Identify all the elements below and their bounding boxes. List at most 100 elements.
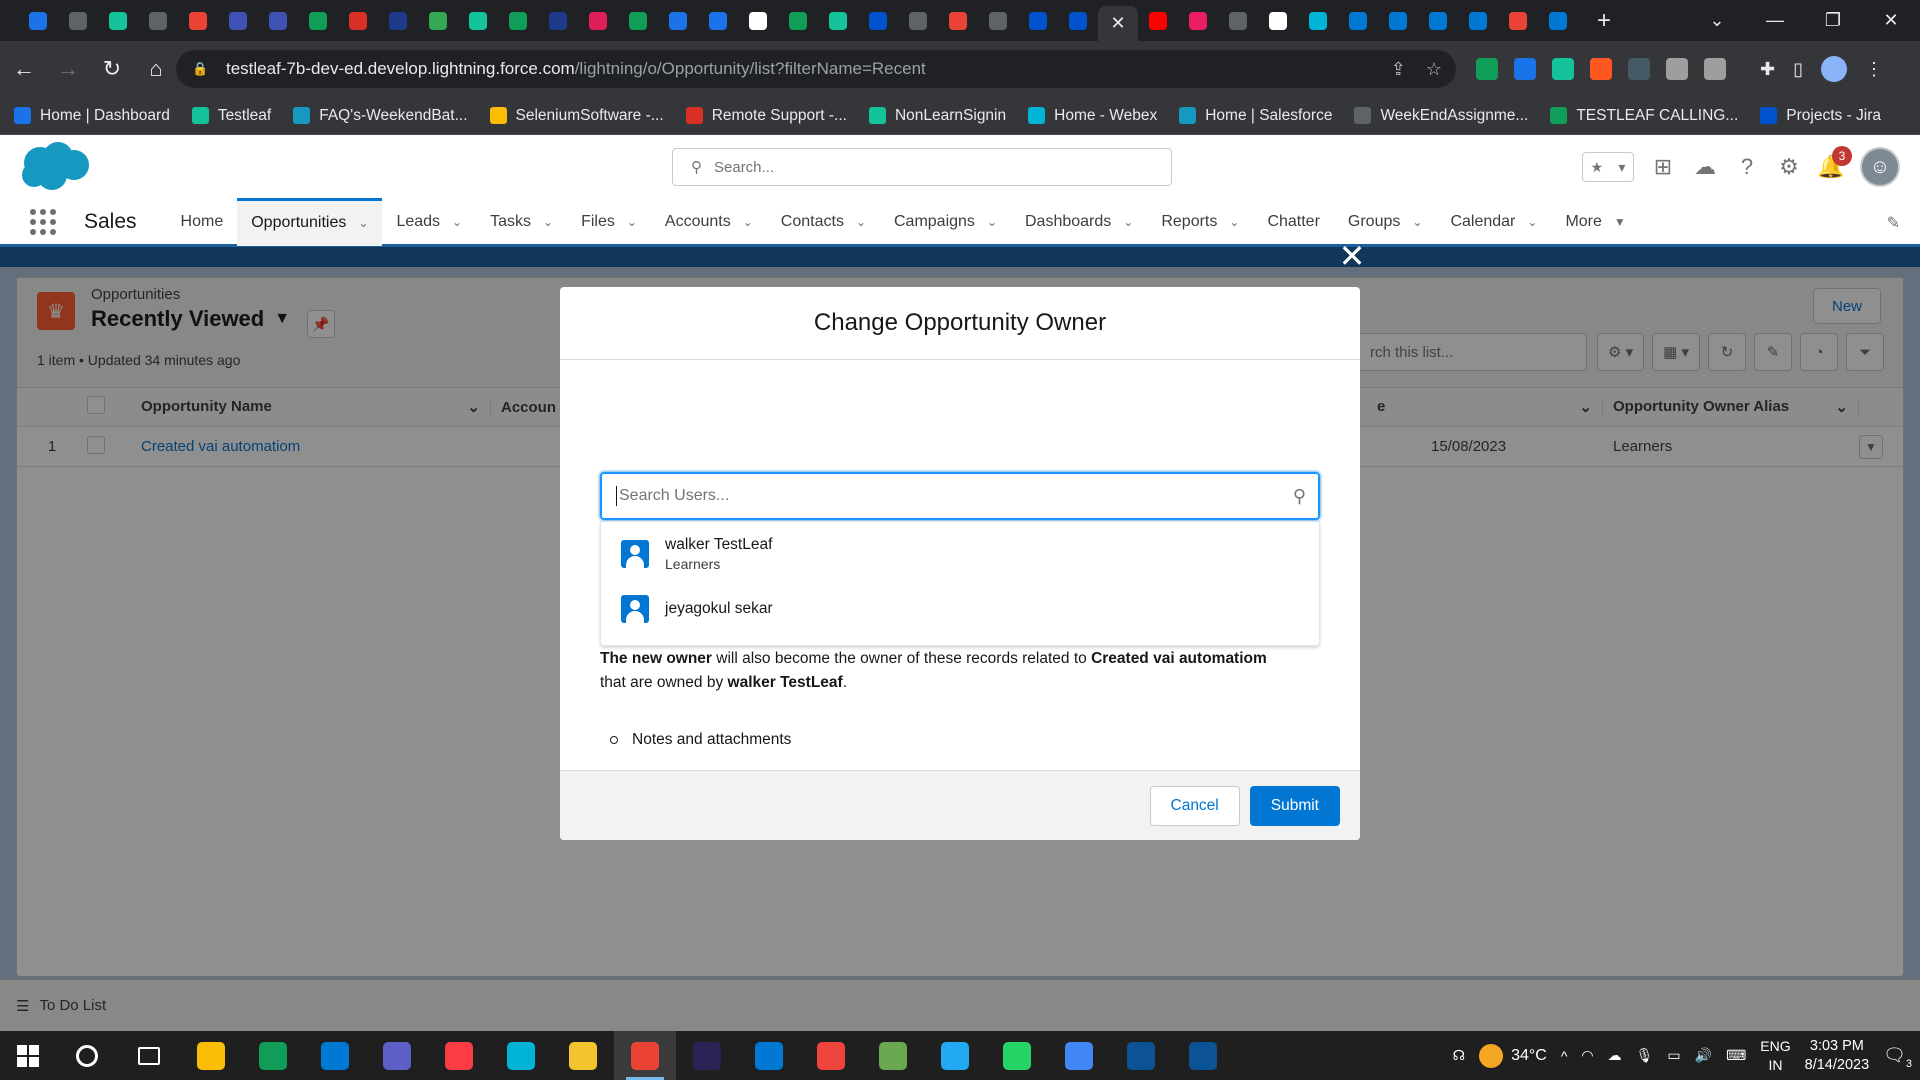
browser-tab[interactable] xyxy=(298,0,338,41)
nav-tab-calendar[interactable]: Calendar ⌄ xyxy=(1436,198,1551,246)
browser-tab[interactable] xyxy=(1458,0,1498,41)
restore-icon[interactable]: ❐ xyxy=(1804,0,1862,41)
bookmark-item[interactable]: WeekEndAssignme... xyxy=(1354,107,1528,125)
browser-tab[interactable] xyxy=(1218,0,1258,41)
bookmark-item[interactable]: Projects - Jira xyxy=(1760,107,1881,125)
browser-tab[interactable] xyxy=(218,0,258,41)
edit-nav-pencil-icon[interactable]: ✎ xyxy=(1887,213,1900,233)
nav-tab-files[interactable]: Files ⌄ xyxy=(567,198,651,246)
forward-icon[interactable]: → xyxy=(48,49,88,89)
browser-tab[interactable] xyxy=(418,0,458,41)
nav-tab-contacts[interactable]: Contacts ⌄ xyxy=(767,198,880,246)
browser-tab[interactable] xyxy=(1498,0,1538,41)
keyboard-icon[interactable]: ⌨ xyxy=(1726,1047,1746,1064)
browser-tab[interactable] xyxy=(378,0,418,41)
extension-icon[interactable] xyxy=(1628,58,1650,80)
submit-button[interactable]: Submit xyxy=(1249,785,1340,826)
chevron-down-icon[interactable]: ⌄ xyxy=(627,215,637,229)
chevron-down-icon[interactable]: ⌄ xyxy=(1229,215,1239,229)
browser-tab[interactable] xyxy=(178,0,218,41)
user-avatar[interactable]: ☺ xyxy=(1860,147,1900,187)
chevron-down-icon[interactable]: ⌄ xyxy=(1412,215,1422,229)
extension-icon[interactable] xyxy=(1704,58,1726,80)
reload-icon[interactable]: ↻ xyxy=(92,49,132,89)
edge-icon[interactable] xyxy=(242,1031,304,1080)
notifications-bell-icon[interactable]: 🔔 3 xyxy=(1817,146,1852,180)
browser-tab[interactable] xyxy=(1178,0,1218,41)
microphone-icon[interactable]: 🎙 xyxy=(1636,1047,1654,1064)
browser-tab[interactable] xyxy=(538,0,578,41)
nav-tab-tasks[interactable]: Tasks ⌄ xyxy=(476,198,567,246)
user-option[interactable]: jeyagokul sekar xyxy=(601,586,1319,632)
chevron-down-icon[interactable]: ⌄ xyxy=(743,215,753,229)
browser-tab[interactable] xyxy=(1418,0,1458,41)
nav-tab-reports[interactable]: Reports ⌄ xyxy=(1147,198,1253,246)
chrome-icon[interactable] xyxy=(614,1031,676,1080)
browser-tab[interactable] xyxy=(458,0,498,41)
eclipse-icon[interactable] xyxy=(676,1031,738,1080)
cancel-button[interactable]: Cancel xyxy=(1149,785,1240,826)
bookmark-item[interactable]: Home - Webex xyxy=(1028,107,1157,125)
bookmark-item[interactable]: FAQ's-WeekendBat... xyxy=(293,107,468,125)
side-panel-icon[interactable]: ▯ xyxy=(1793,59,1803,80)
battery-icon[interactable]: ▭ xyxy=(1667,1047,1680,1064)
weather-widget[interactable]: 34°C xyxy=(1479,1043,1547,1068)
browser-tab[interactable] xyxy=(1378,0,1418,41)
nav-tab-accounts[interactable]: Accounts ⌄ xyxy=(651,198,767,246)
app-launcher-icon[interactable] xyxy=(28,207,58,237)
new-tab-button[interactable]: + xyxy=(1584,0,1624,41)
search-users-input[interactable]: Search Users... ⚲ xyxy=(600,472,1320,520)
webex-icon[interactable] xyxy=(490,1031,552,1080)
help-icon[interactable]: ? xyxy=(1734,154,1760,180)
bookmark-item[interactable]: TESTLEAF CALLING... xyxy=(1550,107,1738,125)
search-icon[interactable] xyxy=(56,1031,118,1080)
extensions-puzzle-icon[interactable]: ✚ xyxy=(1760,59,1775,80)
browser-tab[interactable] xyxy=(698,0,738,41)
chevron-down-icon[interactable]: ⌄ xyxy=(358,216,368,230)
browser-tab[interactable] xyxy=(658,0,698,41)
onedrive-icon[interactable]: ☁ xyxy=(1608,1047,1622,1064)
mail-icon[interactable] xyxy=(304,1031,366,1080)
modal-close-icon[interactable]: ✕ xyxy=(1338,240,1366,272)
volume-icon[interactable]: 🔊 xyxy=(1695,1047,1712,1064)
windows-start-icon[interactable] xyxy=(0,1031,56,1080)
salesforce-logo[interactable] xyxy=(18,139,92,193)
browser-tab[interactable] xyxy=(1258,0,1298,41)
share-icon[interactable]: ⇪ xyxy=(1391,59,1406,80)
browser-tab[interactable] xyxy=(1018,0,1058,41)
browser-tab[interactable] xyxy=(938,0,978,41)
notification-center-icon[interactable]: 🗨 3 xyxy=(1883,1045,1912,1070)
browser-tab[interactable] xyxy=(978,0,1018,41)
bookmark-item[interactable]: NonLearnSignin xyxy=(868,107,1006,125)
address-bar[interactable]: 🔒 testleaf-7b-dev-ed.develop.lightning.f… xyxy=(176,50,1456,88)
nav-tab-more[interactable]: More ▼ xyxy=(1551,198,1639,246)
app-icon[interactable] xyxy=(1048,1031,1110,1080)
extension-icon[interactable] xyxy=(1514,58,1536,80)
extension-icon[interactable] xyxy=(1590,58,1612,80)
chevron-down-icon[interactable]: ⌄ xyxy=(1123,215,1133,229)
bookmark-item[interactable]: Testleaf xyxy=(191,107,271,125)
profile-icon[interactable] xyxy=(1821,56,1847,82)
browser-tab[interactable] xyxy=(1298,0,1338,41)
active-tab-close-icon[interactable]: ✕ xyxy=(1098,6,1138,41)
browser-tab[interactable] xyxy=(898,0,938,41)
store-icon[interactable] xyxy=(180,1031,242,1080)
bookmark-item[interactable]: Remote Support -... xyxy=(685,107,847,125)
remote-desktop-2-icon[interactable] xyxy=(1172,1031,1234,1080)
extension-icon[interactable] xyxy=(1552,58,1574,80)
back-icon[interactable]: ← xyxy=(4,49,44,89)
user-option[interactable]: walker TestLeaf Learners xyxy=(601,522,1319,586)
bookmark-item[interactable]: SeleniumSoftware -... xyxy=(489,107,664,125)
chevron-down-icon[interactable]: ⌄ xyxy=(543,215,553,229)
global-search-input[interactable]: ⚲ Search... xyxy=(672,148,1172,186)
nav-tab-dashboards[interactable]: Dashboards ⌄ xyxy=(1011,198,1147,246)
bookmark-item[interactable]: Home | Dashboard xyxy=(14,107,170,125)
language-indicator[interactable]: ENG IN xyxy=(1760,1037,1790,1075)
minimize-icon[interactable]: — xyxy=(1746,0,1804,41)
extension-icon[interactable] xyxy=(1666,58,1688,80)
close-window-icon[interactable]: ✕ xyxy=(1862,0,1920,41)
nav-tab-opportunities[interactable]: Opportunities ⌄ xyxy=(237,197,383,246)
tab-search-icon[interactable]: ⌄ xyxy=(1688,0,1746,41)
browser-tab[interactable] xyxy=(18,0,58,41)
show-hidden-icons-icon[interactable]: ^ xyxy=(1561,1048,1568,1064)
